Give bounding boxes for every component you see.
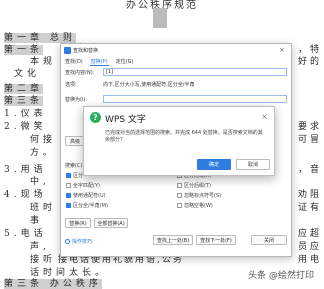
tab-goto[interactable]: 定位(G) <box>115 58 135 65</box>
doc-line: 3.用语 <box>4 165 47 175</box>
checkbox-wildcards[interactable]: 使用通配符(U) <box>66 192 106 199</box>
tab-replace[interactable]: 替换(P) <box>89 58 109 66</box>
checkbox-box <box>177 203 182 208</box>
checkbox-label: 区分后缀(T) <box>184 183 211 189</box>
checkbox-label: 忽略标点符号(S) <box>184 193 222 199</box>
replace-input[interactable] <box>103 95 287 103</box>
wps-message-box: ? WPS 文字 × 已完成对当前选择范围的搜索。并完成 644 处替换。是否搜… <box>83 106 275 176</box>
dialog-close-icon[interactable]: × <box>279 46 285 54</box>
doc-line-fragment: ，特 <box>297 45 322 55</box>
find-previous-button[interactable]: 查找上一处(B) <box>153 235 193 245</box>
doc-line-fragment: ，音 <box>297 165 322 175</box>
doc-line-fragment: 可冒 <box>297 135 322 145</box>
doc-line: 1.仪表 <box>4 109 47 119</box>
checkbox-match-case[interactable]: 区分 <box>66 172 83 179</box>
tips-link[interactable]: 操作技巧 <box>65 238 92 245</box>
options-row: 选项: 向下,区分大小写,使用通配符,区分全/半角 <box>65 81 291 88</box>
text-cursor-block <box>153 8 167 28</box>
find-label: 查找内容(N): <box>65 70 95 76</box>
tips-link-label: 操作技巧 <box>72 239 93 245</box>
checkbox-label: 全字匹配(Y) <box>73 183 100 189</box>
close-button[interactable]: 关闭 <box>251 235 287 245</box>
replace-all-button[interactable]: 全部替换(A) <box>94 218 128 228</box>
checkbox-label: 区分 <box>73 173 84 179</box>
message-box-title: WPS 文字 <box>105 115 146 125</box>
doc-line: 第一章 总则 <box>4 33 76 43</box>
checkbox-label: 忽略空格(W) <box>184 203 213 209</box>
find-input[interactable]: [1] <box>103 68 287 76</box>
doc-line: 文化 <box>14 69 41 79</box>
search-label: 搜索(C) <box>65 163 83 169</box>
more-options-button[interactable]: 高级 <box>65 136 85 146</box>
doc-line-fragment: 员应 <box>297 242 322 252</box>
wps-app-icon <box>64 47 71 54</box>
doc-line: 4.现场 <box>4 190 47 200</box>
checkbox-label: 区分全/半角(M) <box>73 203 108 209</box>
replace-label: 替换为(I): <box>65 97 88 103</box>
doc-line: 声, <box>30 242 50 252</box>
replace-button[interactable]: 替换(R) <box>65 218 91 228</box>
doc-line: 2.微笑 <box>4 122 47 132</box>
doc-line: 第二章 <box>4 84 44 94</box>
doc-line: 5.电话 <box>4 229 47 239</box>
options-label: 选项: <box>65 82 77 88</box>
doc-line-fragment: 劝阻 <box>297 190 322 200</box>
question-icon: ? <box>90 112 101 123</box>
doc-line: 何接 <box>30 135 57 145</box>
doc-line: 接听 <box>30 255 57 265</box>
doc-line: 中, <box>30 177 50 187</box>
info-icon <box>65 239 70 244</box>
dialog-tabs: 查找(D) 替换(P) 定位(G) <box>61 57 291 66</box>
doc-line-fragment: 证有 <box>297 203 322 213</box>
ok-button[interactable]: 确定 <box>197 159 231 170</box>
checkbox-box <box>66 173 71 178</box>
doc-line: 事 <box>30 216 44 226</box>
doc-line: 第一条 <box>4 45 44 55</box>
tab-find[interactable]: 查找(D) <box>64 58 84 65</box>
checkbox-label: 使用通配符(U) <box>73 193 106 199</box>
checkbox-whole-word[interactable]: 全字匹配(Y) <box>66 182 100 189</box>
doc-line: 第三条 <box>4 96 44 106</box>
cancel-button[interactable]: 取消 <box>236 159 270 170</box>
checkbox-ignore-punctuation[interactable]: 忽略标点符号(S) <box>177 192 221 199</box>
checkbox-box <box>66 183 71 188</box>
doc-line: 话时间太长。 <box>30 268 109 278</box>
checkbox-full-half-width[interactable]: 区分全/半角(M) <box>66 202 108 209</box>
doc-line-fragment: 要求 <box>297 122 322 132</box>
doc-line: 方。 <box>30 148 57 158</box>
checkbox-box <box>177 193 182 198</box>
checkbox-ignore-space[interactable]: 忽略空格(W) <box>177 202 213 209</box>
doc-line: 第三条 办公秩序 <box>4 279 102 289</box>
watermark: 头条 @绘然打印 <box>248 271 314 281</box>
message-box-close-icon[interactable]: × <box>261 112 268 121</box>
dialog-titlebar: 查找和替换 <box>61 44 291 57</box>
checkbox-box <box>177 183 182 188</box>
dialog-title: 查找和替换 <box>73 48 99 54</box>
checkbox-box <box>66 193 71 198</box>
doc-line: 本规 <box>30 57 57 67</box>
doc-line-fragment: 用电 <box>297 255 322 265</box>
doc-line-fragment: 应超 <box>297 229 322 239</box>
message-box-text: 已完成对当前选择范围的搜索。并完成 644 处替换。是否搜索文档的其余部分？ <box>105 130 263 143</box>
checkbox-box <box>66 203 71 208</box>
doc-line-fragment: 好的 <box>297 57 322 67</box>
checkbox-match-suffix[interactable]: 区分后缀(T) <box>177 182 211 189</box>
doc-line: 班时 <box>30 203 57 213</box>
options-value: 向下,区分大小写,使用通配符,区分全/半角 <box>103 82 195 88</box>
find-next-button[interactable]: 查找下一处(F) <box>196 235 236 245</box>
